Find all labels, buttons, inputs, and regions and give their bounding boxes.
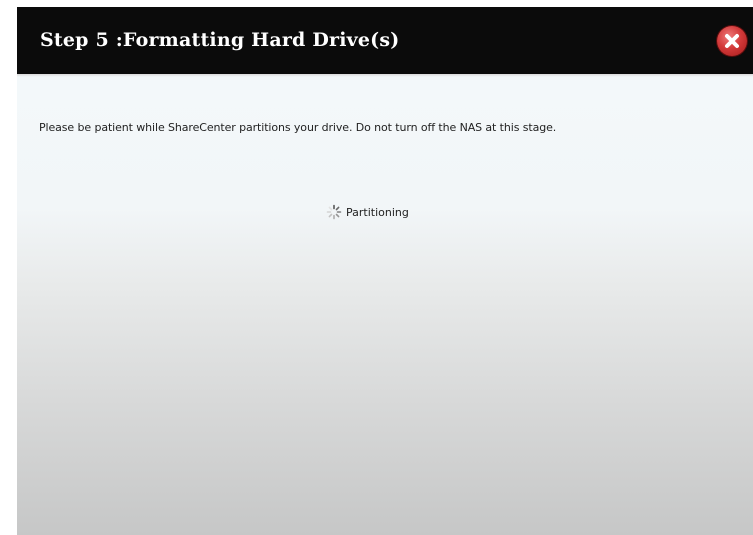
titlebar-divider [17, 74, 753, 77]
close-icon [725, 34, 739, 48]
spinner-icon [326, 204, 342, 220]
patience-message: Please be patient while ShareCenter part… [39, 121, 557, 134]
status-label: Partitioning [346, 205, 409, 219]
close-button[interactable] [717, 26, 747, 56]
dialog-titlebar: Step 5 :Formatting Hard Drive(s) [17, 7, 753, 74]
partition-status: Partitioning [326, 204, 409, 220]
formatting-dialog: Step 5 :Formatting Hard Drive(s) Please … [17, 7, 753, 535]
dialog-title: Step 5 :Formatting Hard Drive(s) [40, 29, 400, 51]
